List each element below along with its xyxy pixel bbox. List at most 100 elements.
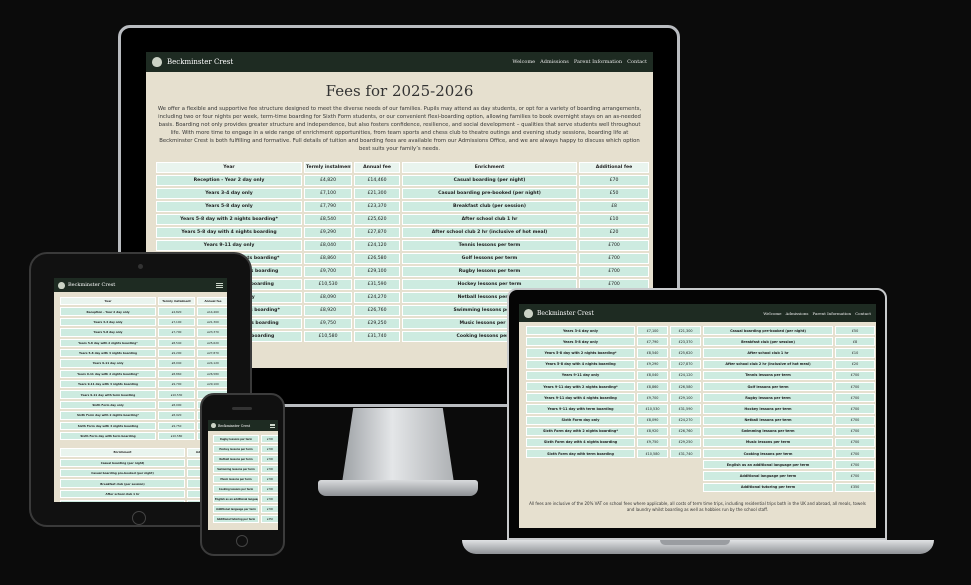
table-row: Breakfast club (per session)£8 xyxy=(402,200,649,212)
table-cell-value: £10,580 xyxy=(158,431,195,441)
table-row: Years 5-8 day with 4 nights boarding £9,2… xyxy=(60,348,227,358)
nav-contact[interactable]: Contact xyxy=(855,311,871,316)
table-row: Golf lessons per term £700 xyxy=(703,381,875,392)
table-cell-value: £21,300 xyxy=(670,326,701,336)
column-header: Termly instalment xyxy=(304,161,352,173)
brand-name: Beckminster Crest xyxy=(68,282,116,288)
table-row: Hockey lessons per term £700 xyxy=(213,445,278,453)
site-logo[interactable]: Beckminster Crest xyxy=(152,57,233,67)
table-cell-value: £700 xyxy=(835,381,875,392)
table-cell-value: £50 xyxy=(579,187,649,199)
table-cell-label: Years 5-8 day only xyxy=(526,337,635,347)
nav-contact[interactable]: Contact xyxy=(627,59,647,65)
table-cell-label: Cooking lessons per term xyxy=(703,449,833,459)
table-cell-value: £700 xyxy=(261,445,278,453)
enrichment-table-wrap: Casual boarding pre-booked (per night) £5… xyxy=(701,324,875,494)
nav-parent-information[interactable]: Parent Information xyxy=(574,59,622,65)
table-cell-value: £23,370 xyxy=(197,328,227,337)
table-cell-value: £700 xyxy=(835,370,875,380)
table-row: After school club 1 hr£10 xyxy=(402,213,649,225)
table-cell-label: Years 9-11 day with 4 nights boarding xyxy=(60,380,156,389)
table-cell-value: £7,100 xyxy=(158,317,195,327)
table-cell-value: £700 xyxy=(835,404,875,414)
table-cell-value: £26,580 xyxy=(197,369,227,378)
nav-admissions[interactable]: Admissions xyxy=(540,59,569,65)
page-content: Years 3-4 day only £7,100 £21,300 Years 5-8… xyxy=(519,322,876,512)
table-row: Years 5-8 day only £7,790 £23,370 xyxy=(156,200,400,212)
nav-welcome[interactable]: Welcome xyxy=(763,311,781,316)
table-cell-label: Sixth Form day only xyxy=(526,415,635,425)
table-cell-value: £4,820 xyxy=(304,174,352,186)
table-cell-value: £700 xyxy=(835,393,875,403)
table-cell-label: Casual boarding (per night) xyxy=(60,458,185,467)
table-cell-value: £31,590 xyxy=(354,278,400,290)
table-cell-value: £9,290 xyxy=(304,226,352,238)
table-cell-value: £8,040 xyxy=(637,370,668,380)
table-cell-label: Casual boarding pre-booked (per night) xyxy=(703,326,833,336)
table-cell-value: £700 xyxy=(261,455,278,463)
table-row: Casual boarding (per night)£70 xyxy=(402,174,649,186)
table-row: Rugby lessons per term £700 xyxy=(213,435,278,443)
nav-parent-information[interactable]: Parent Information xyxy=(812,311,851,316)
table-row: Rugby lessons per term £700 xyxy=(703,393,875,403)
table-cell-label: Sixth Form day with 4 nights boarding xyxy=(526,437,635,448)
table-cell-value: £9,290 xyxy=(637,359,668,369)
table-cell-value: £700 xyxy=(579,265,649,277)
table-cell-label: Sixth Form day with term boarding xyxy=(526,449,635,459)
table-row: Additional tutoring per term £350 xyxy=(213,515,278,523)
nav-welcome[interactable]: Welcome xyxy=(512,59,535,65)
table-cell-value: £7,100 xyxy=(637,326,668,336)
table-cell-value: £8,920 xyxy=(158,411,195,420)
table-cell-value: £8,860 xyxy=(637,381,668,392)
page-title: Fees for 2025-2026 xyxy=(325,82,474,100)
table-cell-value: £25,620 xyxy=(354,213,400,225)
table-row: Years 9-11 day only £8,040 £24,120 xyxy=(156,239,400,251)
table-cell-value: £27,870 xyxy=(670,359,701,369)
table-cell-value: £8,920 xyxy=(637,426,668,436)
table-cell-label: Tennis lessons per term xyxy=(402,239,577,251)
site-logo[interactable]: Beckminster Crest xyxy=(58,281,116,289)
table-cell-value: £20 xyxy=(579,226,649,238)
table-cell-value: £4,820 xyxy=(158,307,195,316)
table-cell-label: Breakfast club (per session) xyxy=(60,479,185,488)
site-logo[interactable]: Beckminster Crest xyxy=(211,423,250,428)
main-nav: Welcome Admissions Parent Information Co… xyxy=(763,311,871,316)
table-cell-value: £700 xyxy=(579,252,649,264)
table-cell-label: Years 9-11 day with term boarding xyxy=(526,404,635,414)
table-cell-label: Years 9-11 day with 2 nights boarding* xyxy=(526,381,635,392)
table-cell-value: £25,620 xyxy=(670,348,701,358)
table-row: Years 9-11 day with 2 nights boarding*£8… xyxy=(60,369,227,378)
table-cell-value: £31,590 xyxy=(670,404,701,414)
table-cell-label: Years 5-8 day with 2 nights boarding* xyxy=(60,338,156,347)
table-cell-label: Additional tutoring per term xyxy=(703,482,833,492)
table-header-row: EnrichmentAdditional fee xyxy=(402,161,649,173)
phone-screen: Beckminster Crest Rugby lessons per term… xyxy=(208,420,278,530)
table-row: Reception - Year 2 day only £4,820 £14,460 xyxy=(60,307,227,316)
table-cell-value: £8 xyxy=(579,200,649,212)
camera-icon xyxy=(138,264,143,269)
menu-icon[interactable] xyxy=(270,423,275,428)
table-cell-label: After school club 2 hr (inclusive of hot… xyxy=(402,226,577,238)
table-row: Tennis lessons per term £700 xyxy=(402,239,649,251)
table-cell-value: £8,540 xyxy=(304,213,352,225)
table-cell-value: £10,530 xyxy=(637,404,668,414)
home-button[interactable] xyxy=(132,511,146,525)
table-cell-label: Years 3-4 day only xyxy=(156,187,302,199)
table-cell-value: £29,100 xyxy=(354,265,400,277)
nav-admissions[interactable]: Admissions xyxy=(786,311,809,316)
table-cell-value: £700 xyxy=(261,505,278,513)
table-cell-value: £700 xyxy=(835,471,875,481)
brand-name: Beckminster Crest xyxy=(537,309,594,317)
home-button[interactable] xyxy=(236,535,248,547)
table-cell-value: £10 xyxy=(835,348,875,358)
table-cell-value: £9,700 xyxy=(304,265,352,277)
table-row: Netball lessons per term£700 xyxy=(703,415,875,425)
table-cell-value: £27,870 xyxy=(354,226,400,238)
fees-table: Years 3-4 day only £7,100 £21,300 Years 5-8… xyxy=(524,324,703,460)
column-header: Enrichment xyxy=(60,448,185,457)
column-header: Annual fee xyxy=(197,297,227,306)
table-cell-label: Years 9-11 day only xyxy=(156,239,302,251)
menu-icon[interactable] xyxy=(216,282,223,288)
site-logo[interactable]: Beckminster Crest xyxy=(524,308,594,318)
table-cell-value: £23,370 xyxy=(670,337,701,347)
